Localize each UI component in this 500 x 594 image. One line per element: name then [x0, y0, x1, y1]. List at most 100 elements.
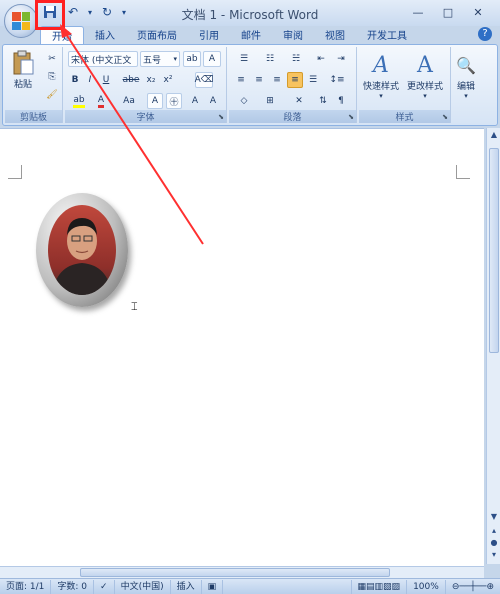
borders-icon[interactable]: ⊞	[259, 93, 281, 109]
word-count[interactable]: 字数: 0	[51, 579, 95, 594]
insert-mode[interactable]: 插入	[171, 579, 202, 594]
clipboard-group: 粘贴 ✂ ⎘ 🖌 剪贴板	[5, 47, 63, 123]
next-page-icon[interactable]: ▾	[488, 550, 500, 560]
increase-indent-icon[interactable]: ⇥	[333, 51, 349, 67]
help-icon[interactable]: ?	[478, 27, 492, 41]
phonetic-guide-icon[interactable]: ab	[183, 51, 201, 67]
portrait-photo	[48, 205, 116, 295]
ribbon: 粘贴 ✂ ⎘ 🖌 剪贴板 宋体 (中文正文 五号 ▾ ab A B I U abe…	[2, 44, 498, 126]
vertical-scrollbar[interactable]: ▲ ▼ ▴ ● ▾	[486, 128, 500, 564]
office-button[interactable]	[4, 4, 38, 38]
change-case-button[interactable]: Aa	[119, 93, 139, 109]
zoom-level[interactable]: 100%	[407, 579, 446, 594]
tab-view[interactable]: 视图	[314, 26, 356, 44]
styles-dialog-launcher-icon[interactable]: ⬊	[442, 113, 448, 121]
tab-page-layout[interactable]: 页面布局	[126, 26, 188, 44]
font-dialog-launcher-icon[interactable]: ⬊	[218, 113, 224, 121]
font-size-select[interactable]: 五号 ▾	[140, 51, 180, 67]
superscript-button[interactable]: x²	[160, 72, 176, 88]
horizontal-scrollbar[interactable]	[0, 566, 484, 578]
grow-font-button[interactable]: A	[187, 93, 203, 109]
paragraph-dialog-launcher-icon[interactable]: ⬊	[348, 113, 354, 121]
zoom-slider[interactable]: ⊖──┼──⊕	[446, 580, 500, 594]
change-styles-button[interactable]: A 更改样式 ▾	[407, 51, 444, 101]
align-left-icon[interactable]: ≡	[233, 72, 249, 88]
scroll-down-icon[interactable]: ▼	[488, 512, 500, 522]
margin-corner-top-left	[8, 165, 22, 179]
tab-developer[interactable]: 开发工具	[356, 26, 418, 44]
minimize-button[interactable]: —	[408, 4, 428, 20]
underline-button[interactable]: U	[99, 72, 113, 88]
page-count[interactable]: 页面: 1/1	[0, 579, 52, 594]
close-button[interactable]: ✕	[468, 4, 488, 20]
numbering-icon[interactable]: ☷	[259, 51, 281, 67]
font-color-icon[interactable]: A	[93, 93, 109, 109]
shrink-font-button[interactable]: A	[205, 93, 221, 109]
cut-icon[interactable]: ✂	[45, 51, 59, 67]
select-browse-object-icon[interactable]: ●	[488, 538, 500, 548]
horizontal-scroll-thumb[interactable]	[80, 568, 390, 577]
language-indicator[interactable]: 中文(中国)	[115, 579, 171, 594]
clear-formatting-icon[interactable]: A⌫	[195, 72, 213, 88]
distributed-icon[interactable]: ☰	[305, 72, 321, 88]
italic-button[interactable]: I	[83, 72, 97, 88]
multilevel-list-icon[interactable]: ☵	[285, 51, 307, 67]
title-bar: ↶ ▾ ↻ ▾ 文档 1 - Microsoft Word — □ ✕	[0, 0, 500, 26]
editing-group: 🔍 编辑 ▾	[453, 47, 479, 123]
shading-icon[interactable]: ◇	[233, 93, 255, 109]
align-right-icon[interactable]: ≡	[269, 72, 285, 88]
font-size-value: 五号	[143, 55, 162, 66]
format-painter-icon[interactable]: 🖌	[45, 87, 59, 103]
clipboard-group-label: 剪贴板	[5, 110, 62, 123]
tab-insert[interactable]: 插入	[84, 26, 126, 44]
tab-review[interactable]: 审阅	[272, 26, 314, 44]
editing-label: 编辑	[456, 82, 475, 92]
chevron-down-icon: ▾	[379, 92, 383, 100]
binoculars-icon: 🔍	[456, 55, 476, 75]
character-shading-icon[interactable]: A	[147, 93, 163, 109]
justify-icon[interactable]: ≡	[287, 72, 303, 88]
prev-page-icon[interactable]: ▴	[488, 526, 500, 536]
vertical-scroll-thumb[interactable]	[489, 148, 499, 353]
oval-picture-frame[interactable]	[36, 193, 128, 307]
styles-group-label: 样式	[359, 110, 450, 123]
styles-group: A 快速样式 ▾ A 更改样式 ▾ 样式 ⬊	[359, 47, 451, 123]
copy-icon[interactable]: ⎘	[45, 69, 59, 85]
bullets-icon[interactable]: ☰	[233, 51, 255, 67]
change-styles-label: 更改样式	[407, 82, 444, 92]
tab-mailings[interactable]: 邮件	[230, 26, 272, 44]
text-cursor-icon: ⌶	[131, 300, 138, 313]
save-highlight-box	[35, 0, 65, 30]
quick-styles-button[interactable]: A 快速样式 ▾	[363, 51, 400, 101]
chevron-down-icon: ▾	[423, 92, 427, 100]
line-spacing-icon[interactable]: ↕≡	[325, 72, 349, 88]
proofing-icon[interactable]: ✓	[94, 579, 115, 594]
enclose-characters-icon[interactable]: ㊉	[166, 93, 182, 109]
font-group-label: 字体	[65, 110, 226, 123]
window-controls: — □ ✕	[408, 4, 488, 20]
decrease-indent-icon[interactable]: ⇤	[313, 51, 329, 67]
status-bar: 页面: 1/1 字数: 0 ✓ 中文(中国) 插入 ▣ ▦▤▥▧▨ 100% ⊖…	[0, 578, 500, 594]
paste-button[interactable]: 粘贴	[9, 49, 37, 90]
paragraph-group: ☰ ☷ ☵ ⇤ ⇥ ≡ ≡ ≡ ≡ ☰ ↕≡ ◇ ⊞ ✕ ⇅ ¶ 段落 ⬊	[229, 47, 357, 123]
chevron-down-icon: ▾	[173, 55, 177, 63]
bold-button[interactable]: B	[68, 72, 82, 88]
macro-recording-icon[interactable]: ▣	[202, 579, 224, 594]
highlight-icon[interactable]: ab	[68, 93, 90, 109]
font-group: 宋体 (中文正文 五号 ▾ ab A B I U abe x₂ x² A⌫ ab …	[65, 47, 227, 123]
chinese-layout-icon[interactable]: ✕	[287, 93, 311, 109]
character-border-icon[interactable]: A	[203, 51, 221, 67]
ribbon-tabs: 开始 插入 页面布局 引用 邮件 审阅 视图 开发工具	[40, 26, 500, 44]
quick-styles-label: 快速样式	[363, 82, 400, 92]
align-center-icon[interactable]: ≡	[251, 72, 267, 88]
view-buttons[interactable]: ▦▤▥▧▨	[350, 579, 408, 594]
maximize-button[interactable]: □	[438, 4, 458, 20]
strikethrough-button[interactable]: abe	[121, 72, 141, 88]
tab-references[interactable]: 引用	[188, 26, 230, 44]
sort-icon[interactable]: ⇅	[315, 93, 331, 109]
subscript-button[interactable]: x₂	[143, 72, 159, 88]
font-name-select[interactable]: 宋体 (中文正文	[68, 51, 138, 67]
scroll-up-icon[interactable]: ▲	[488, 130, 500, 140]
editing-button[interactable]: 🔍 编辑 ▾	[453, 51, 479, 101]
show-marks-icon[interactable]: ¶	[333, 93, 349, 109]
